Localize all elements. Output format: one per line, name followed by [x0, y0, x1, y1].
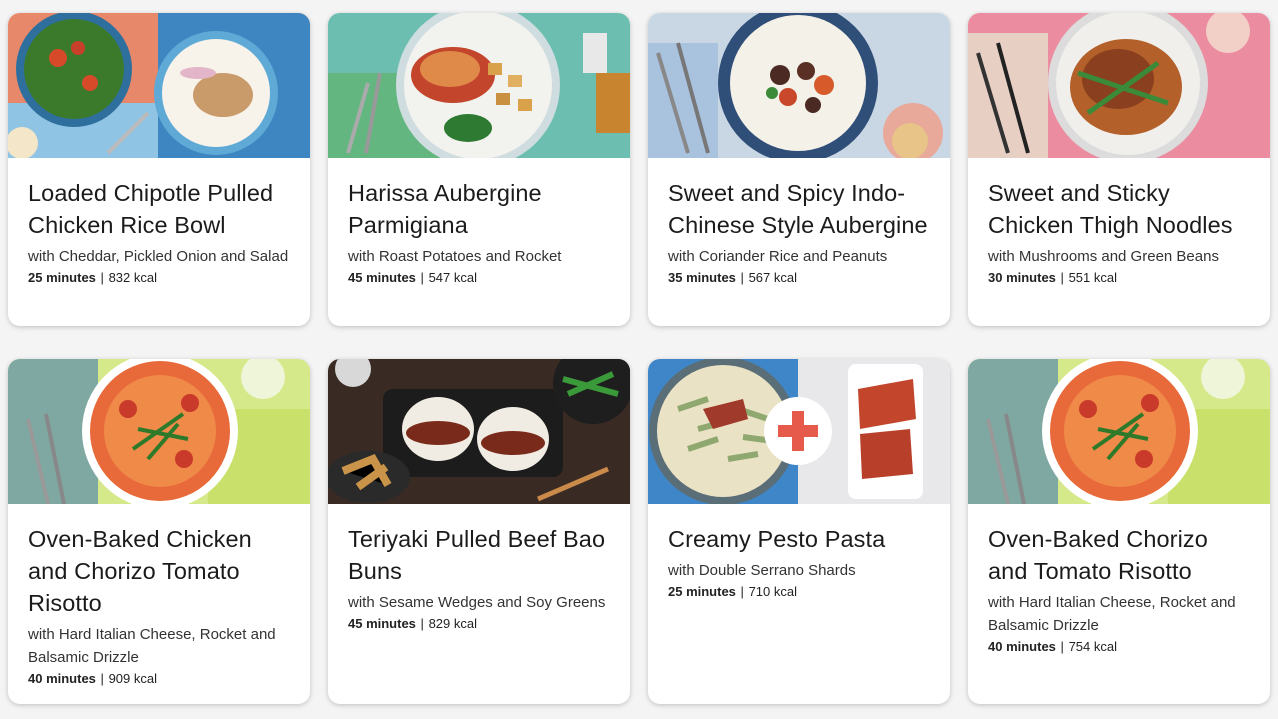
- recipe-image: [648, 13, 950, 158]
- recipe-time: 25 minutes: [668, 584, 736, 599]
- recipe-image: [968, 13, 1270, 158]
- recipe-kcal: 551 kcal: [1068, 270, 1117, 285]
- recipe-card-creamy-pesto-pasta[interactable]: Creamy Pesto Pasta with Double Serrano S…: [648, 359, 950, 704]
- recipe-title: Oven-Baked Chorizo and Tomato Risotto: [988, 526, 1208, 584]
- recipe-meta: 40 minutes | 909 kcal: [28, 669, 290, 689]
- recipe-meta: 25 minutes | 832 kcal: [28, 268, 290, 288]
- recipe-time: 25 minutes: [28, 270, 96, 285]
- recipe-meta: 35 minutes | 567 kcal: [668, 268, 930, 288]
- recipe-time: 40 minutes: [28, 671, 96, 686]
- meta-separator: |: [740, 270, 744, 285]
- recipe-image: [968, 359, 1270, 504]
- recipe-card-chicken-chorizo-risotto[interactable]: Oven-Baked Chicken and Chorizo Tomato Ri…: [8, 359, 310, 704]
- recipe-image: [8, 13, 310, 158]
- recipe-title: Oven-Baked Chicken and Chorizo Tomato Ri…: [28, 526, 252, 616]
- recipe-grid: Loaded Chipotle Pulled Chicken Rice Bowl…: [8, 13, 1270, 704]
- recipe-image: [648, 359, 950, 504]
- recipe-meta: 30 minutes | 551 kcal: [988, 268, 1250, 288]
- recipe-time: 45 minutes: [348, 616, 416, 631]
- recipe-time: 40 minutes: [988, 639, 1056, 654]
- recipe-card-chorizo-tomato-risotto[interactable]: Oven-Baked Chorizo and Tomato Risotto wi…: [968, 359, 1270, 704]
- recipe-time: 30 minutes: [988, 270, 1056, 285]
- recipe-title: Loaded Chipotle Pulled Chicken Rice Bowl: [28, 180, 274, 238]
- meta-separator: |: [1060, 270, 1064, 285]
- recipe-card-loaded-chipotle[interactable]: Loaded Chipotle Pulled Chicken Rice Bowl…: [8, 13, 310, 326]
- recipe-kcal: 909 kcal: [108, 671, 157, 686]
- recipe-subtitle: with Double Serrano Shards: [668, 562, 856, 579]
- meta-separator: |: [740, 584, 744, 599]
- recipe-kcal: 567 kcal: [748, 270, 797, 285]
- recipe-image: [328, 13, 630, 158]
- recipe-card-harissa-aubergine[interactable]: Harissa Aubergine Parmigiana with Roast …: [328, 13, 630, 326]
- recipe-image: [328, 359, 630, 504]
- recipe-card-indo-chinese-aubergine[interactable]: Sweet and Spicy Indo-Chinese Style Auber…: [648, 13, 950, 326]
- recipe-card-sticky-chicken-noodles[interactable]: Sweet and Sticky Chicken Thigh Noodles w…: [968, 13, 1270, 326]
- recipe-meta: 25 minutes | 710 kcal: [668, 582, 930, 602]
- meta-separator: |: [100, 270, 104, 285]
- recipe-title: Teriyaki Pulled Beef Bao Buns: [348, 526, 606, 584]
- recipe-image: [8, 359, 310, 504]
- recipe-time: 35 minutes: [668, 270, 736, 285]
- recipe-meta: 40 minutes | 754 kcal: [988, 637, 1250, 657]
- recipe-title: Harissa Aubergine Parmigiana: [348, 180, 542, 238]
- recipe-subtitle: with Hard Italian Cheese, Rocket and Bal…: [988, 594, 1236, 634]
- meta-separator: |: [1060, 639, 1064, 654]
- recipe-subtitle: with Roast Potatoes and Rocket: [348, 248, 562, 265]
- meta-separator: |: [420, 616, 424, 631]
- recipe-title: Creamy Pesto Pasta: [668, 526, 886, 552]
- recipe-title: Sweet and Spicy Indo-Chinese Style Auber…: [668, 180, 928, 238]
- meta-separator: |: [100, 671, 104, 686]
- recipe-subtitle: with Sesame Wedges and Soy Greens: [348, 594, 606, 611]
- recipe-meta: 45 minutes | 547 kcal: [348, 268, 610, 288]
- recipe-subtitle: with Cheddar, Pickled Onion and Salad: [28, 248, 289, 265]
- recipe-kcal: 710 kcal: [748, 584, 797, 599]
- recipe-subtitle: with Hard Italian Cheese, Rocket and Bal…: [28, 626, 276, 666]
- recipe-meta: 45 minutes | 829 kcal: [348, 614, 610, 634]
- meta-separator: |: [420, 270, 424, 285]
- recipe-time: 45 minutes: [348, 270, 416, 285]
- recipe-subtitle: with Coriander Rice and Peanuts: [668, 248, 888, 265]
- recipe-title: Sweet and Sticky Chicken Thigh Noodles: [988, 180, 1233, 238]
- recipe-kcal: 754 kcal: [1068, 639, 1117, 654]
- recipe-subtitle: with Mushrooms and Green Beans: [988, 248, 1219, 265]
- recipe-kcal: 547 kcal: [428, 270, 477, 285]
- recipe-card-teriyaki-bao-buns[interactable]: Teriyaki Pulled Beef Bao Buns with Sesam…: [328, 359, 630, 704]
- recipe-kcal: 832 kcal: [108, 270, 157, 285]
- recipe-kcal: 829 kcal: [428, 616, 477, 631]
